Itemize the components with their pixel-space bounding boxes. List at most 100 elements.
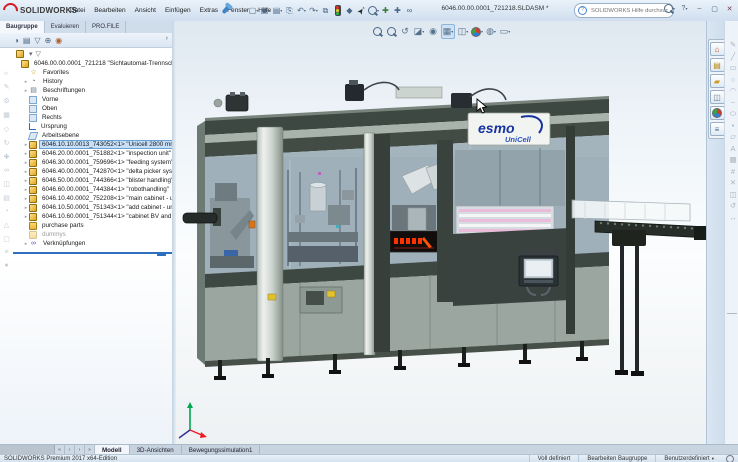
- tree-item[interactable]: Arbeitsebene: [13, 131, 172, 140]
- point-icon[interactable]: •: [732, 122, 735, 130]
- line-icon[interactable]: ╱: [731, 53, 736, 61]
- close-button[interactable]: ✕: [723, 2, 736, 15]
- tree-item[interactable]: ▸6046.60.00.0001_744384<1> "robothandlin…: [13, 185, 172, 194]
- menu-bearbeiten[interactable]: Bearbeiten: [90, 5, 129, 16]
- restore-button[interactable]: ▢: [708, 2, 721, 15]
- redo-icon[interactable]: ↷▾: [308, 4, 319, 17]
- zoom-to-selection-icon[interactable]: ⊕: [45, 36, 52, 45]
- file-explorer-icon[interactable]: ▰: [710, 74, 725, 88]
- rebuild-traffic-light-icon[interactable]: [332, 4, 343, 17]
- left-toolbar-icon[interactable]: ●: [4, 262, 8, 269]
- help-button[interactable]: ?▾: [678, 2, 691, 15]
- tree-item[interactable]: dummys: [13, 230, 172, 239]
- panel-tab-pro-file[interactable]: PRO.FILE: [86, 21, 126, 33]
- graphics-area[interactable]: ↺◪▾◉▦▾◫▾▾◍▾▭▾: [176, 21, 706, 446]
- undo-icon[interactable]: ↶▾: [296, 4, 307, 17]
- tree-item[interactable]: ▸6046.10.10.0013_743052<1> "Unicell 2800…: [13, 140, 172, 149]
- print-icon[interactable]: ⎘: [284, 4, 295, 17]
- menu-datei[interactable]: Datei: [66, 5, 89, 16]
- tree-item[interactable]: Rechts: [13, 113, 172, 122]
- rollback-bar[interactable]: [13, 252, 172, 254]
- text-icon[interactable]: A: [730, 145, 735, 153]
- left-toolbar-icon[interactable]: ✎: [4, 83, 10, 91]
- help-search-box[interactable]: ?: [574, 3, 674, 18]
- quick-tips-icon[interactable]: [726, 455, 734, 462]
- left-toolbar-icon[interactable]: ∞: [4, 167, 9, 174]
- arc-icon[interactable]: ◠: [730, 87, 737, 95]
- appearances-icon[interactable]: [710, 106, 725, 120]
- menu-ansicht[interactable]: Ansicht: [131, 5, 160, 16]
- tree-item[interactable]: Vorne: [13, 95, 172, 104]
- left-toolbar-icon[interactable]: ▤: [3, 194, 10, 202]
- tree-item[interactable]: ▸∞Verknüpfungen: [13, 239, 172, 248]
- dropdown-icon[interactable]: ▾: [29, 50, 33, 58]
- filter-funnel-icon[interactable]: ▽: [36, 50, 41, 58]
- view-palette-icon[interactable]: ◫: [710, 90, 725, 104]
- pan-icon[interactable]: ✚: [380, 4, 391, 17]
- left-toolbar-icon[interactable]: ≡: [4, 249, 8, 256]
- zoom-icon[interactable]: ▾: [368, 4, 379, 17]
- tree-item[interactable]: ▸6046.50.00.0001_744366<1> "blister hand…: [13, 176, 172, 185]
- tree-item[interactable]: 6046.00.00.0001_721218 "Sichtautomat-Tre…: [13, 59, 172, 68]
- save-icon[interactable]: ▤▾: [272, 4, 283, 17]
- tree-item[interactable]: ▸6046.10.40.0002_752208<1> "main cabinet…: [13, 194, 172, 203]
- tree-item[interactable]: Ursprung: [13, 122, 172, 131]
- trim-icon[interactable]: ✕: [730, 179, 736, 187]
- filter-icon[interactable]: ▽: [34, 36, 40, 45]
- open-icon[interactable]: ▣▾: [260, 4, 271, 17]
- new-document-icon[interactable]: ▢▾: [248, 4, 259, 17]
- rectangle-icon[interactable]: ▭: [729, 64, 736, 72]
- insert-component-icon[interactable]: ✚: [392, 4, 403, 17]
- copy-icon[interactable]: ⧉: [320, 4, 331, 17]
- menu-einfügen[interactable]: Einfügen: [161, 5, 195, 16]
- mirror-icon[interactable]: ◫: [729, 191, 736, 199]
- tree-item[interactable]: ▸◔History: [13, 77, 172, 86]
- tree-item[interactable]: ▸6046.10.50.0001_751343<1> "add cabinet …: [13, 203, 172, 212]
- design-library-icon[interactable]: ▤: [710, 58, 725, 72]
- left-toolbar-icon[interactable]: ✚: [4, 153, 10, 161]
- help-search-input[interactable]: [589, 7, 670, 15]
- assembly-icon: [29, 186, 37, 194]
- appearance-colors-icon[interactable]: ◉: [55, 36, 62, 45]
- menu-extras[interactable]: Extras: [196, 5, 222, 16]
- tree-item[interactable]: purchase parts: [13, 221, 172, 230]
- tree-item[interactable]: ▸6046.10.60.0001_751344<1> "cabinet BV a…: [13, 212, 172, 221]
- minimize-button[interactable]: –: [693, 2, 706, 15]
- circle-icon[interactable]: ○: [731, 76, 736, 84]
- ellipse-icon[interactable]: ⬭: [730, 110, 736, 118]
- overflow-chevron-icon[interactable]: ›: [166, 35, 168, 42]
- left-toolbar-icon[interactable]: ◔: [4, 208, 8, 215]
- feature-tree: 6046.00.00.0001_721218 "Sichtautomat-Tre…: [13, 59, 172, 248]
- left-toolbar-icon[interactable]: ▦: [3, 111, 10, 119]
- tree-item[interactable]: ▸▤Beschriftungen: [13, 86, 172, 95]
- sketch-icon[interactable]: ✎: [730, 41, 736, 49]
- search-button[interactable]: ▾: [663, 2, 676, 15]
- tree-item[interactable]: ▸6046.30.00.0001_759696<1> "feeding syst…: [13, 158, 172, 167]
- panel-tab-evaluieren[interactable]: Evaluieren: [45, 21, 86, 33]
- left-toolbar-icon[interactable]: △: [4, 221, 9, 229]
- rotate-entities-icon[interactable]: ↺: [730, 202, 736, 210]
- hatch-icon[interactable]: #: [731, 168, 735, 176]
- tree-item[interactable]: ☆Favorites: [13, 68, 172, 77]
- document-pane-icon[interactable]: ▤: [23, 36, 31, 45]
- left-toolbar-icon[interactable]: ⚙: [3, 97, 9, 105]
- status-units-dropdown[interactable]: Benutzerdefiniert▾: [655, 455, 722, 462]
- left-toolbar-icon[interactable]: ↻: [4, 139, 10, 147]
- tree-item[interactable]: Oben: [13, 104, 172, 113]
- parallelogram-icon[interactable]: ▱: [730, 133, 736, 141]
- solidworks-resources-icon[interactable]: ⌂: [710, 42, 725, 56]
- left-toolbar-icon[interactable]: ▹: [5, 69, 9, 77]
- tree-item[interactable]: ▸6046.40.00.0001_742870<1> "delta picker…: [13, 167, 172, 176]
- left-toolbar-icon[interactable]: ▢: [3, 235, 10, 243]
- mate-tool-icon[interactable]: ∞: [404, 4, 415, 17]
- left-toolbar-icon[interactable]: ◇: [4, 125, 9, 133]
- display-pane-icon[interactable]: ◑: [14, 36, 19, 45]
- left-toolbar-icon[interactable]: ◫: [3, 180, 10, 188]
- pattern-icon[interactable]: ▦: [729, 156, 736, 164]
- dimension-icon[interactable]: ↔: [729, 214, 737, 222]
- tree-item[interactable]: ▸6046.20.00.0001_751882<1> "inspection u…: [13, 149, 172, 158]
- spline-icon[interactable]: ~: [731, 99, 735, 107]
- machine-3d-model[interactable]: esmo UniCell: [176, 21, 706, 446]
- custom-properties-icon[interactable]: ≡: [710, 122, 725, 136]
- panel-tab-baugruppe[interactable]: Baugruppe: [0, 21, 45, 33]
